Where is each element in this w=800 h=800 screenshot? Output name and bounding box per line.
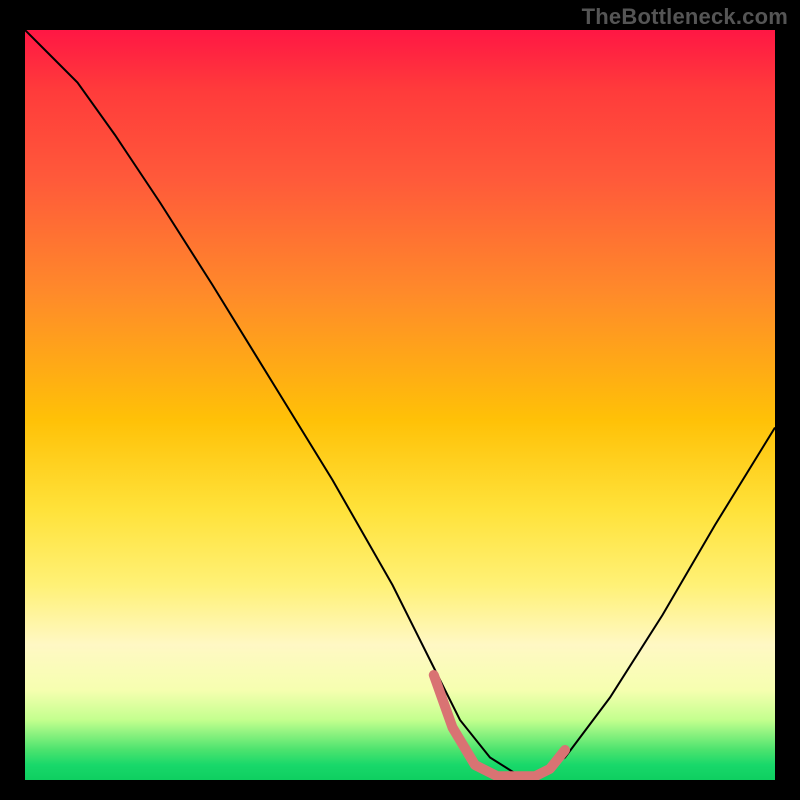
curve-layer: [25, 30, 775, 780]
bottleneck-curve: [25, 30, 775, 776]
watermark-text: TheBottleneck.com: [582, 4, 788, 30]
chart-stage: TheBottleneck.com: [0, 0, 800, 800]
highlight-min-segment: [434, 675, 565, 776]
plot-area: [25, 30, 775, 780]
